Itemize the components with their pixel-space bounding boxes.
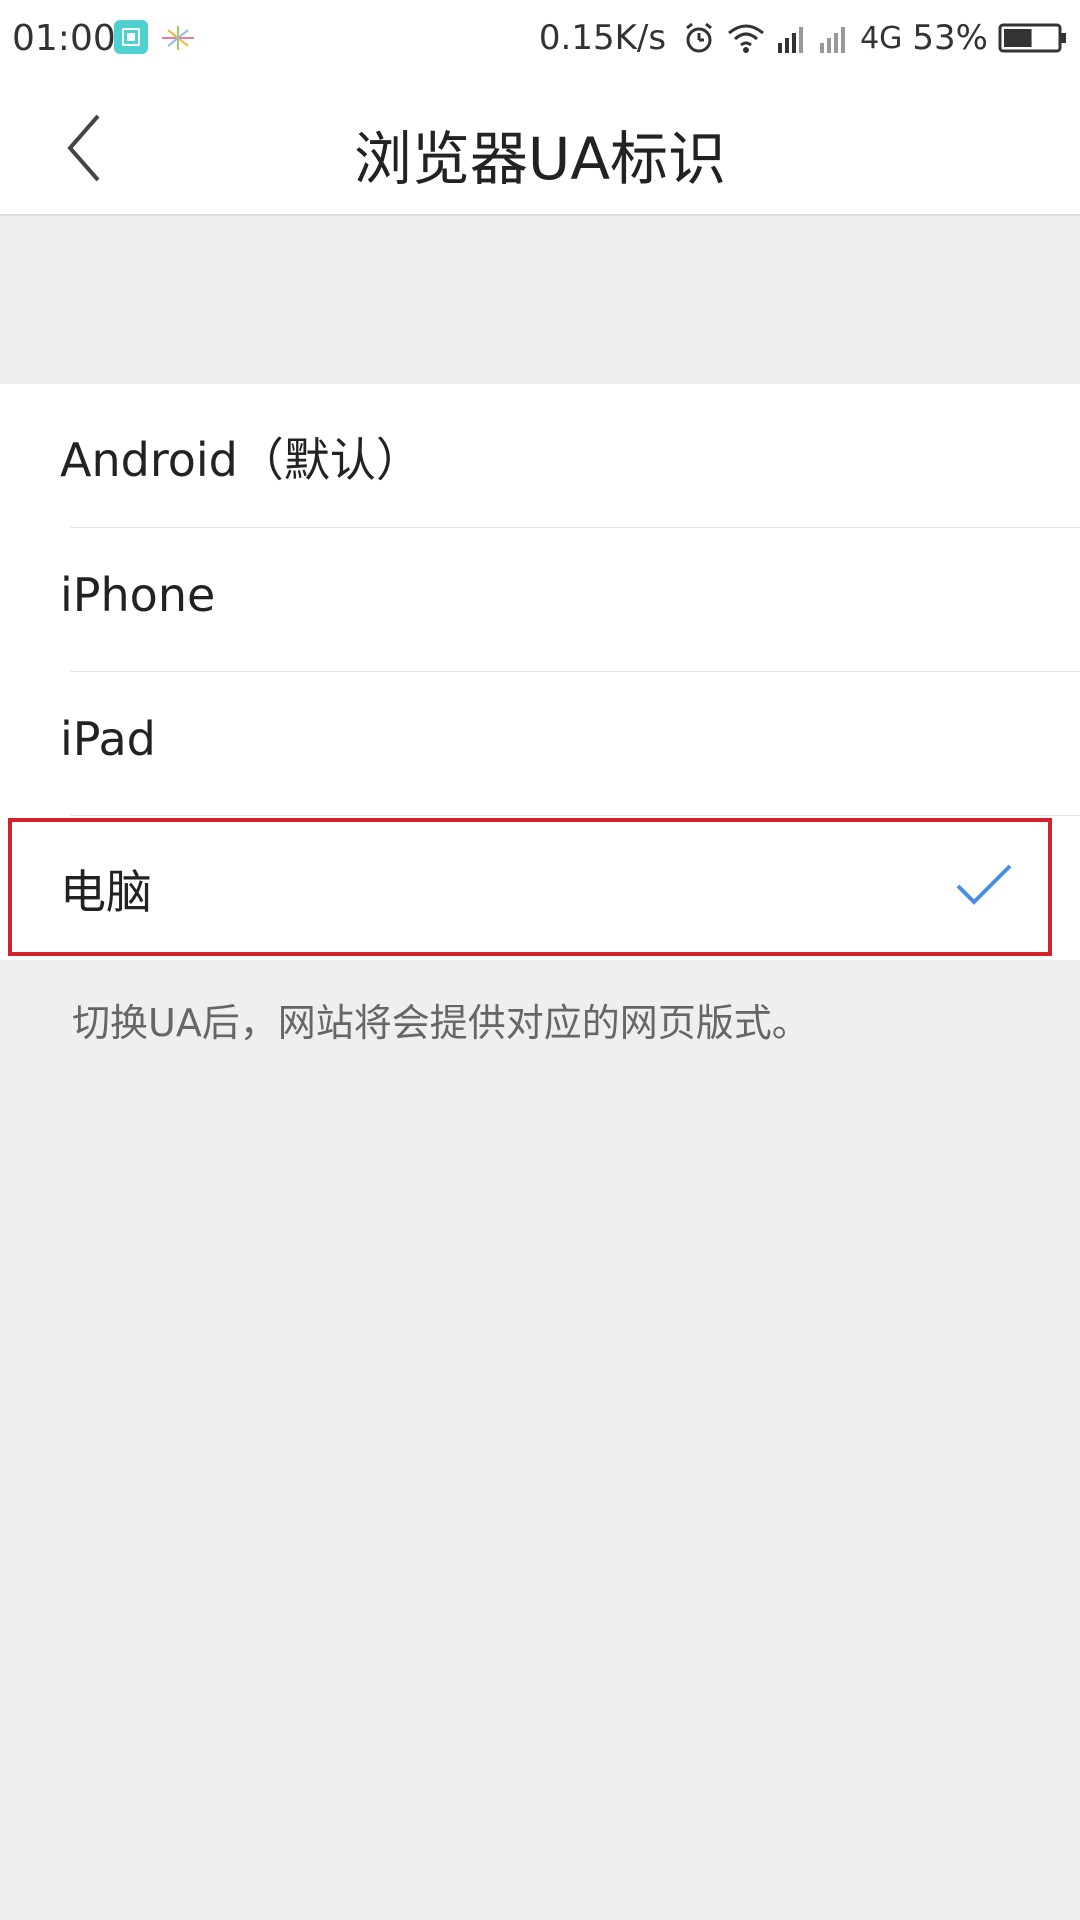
alarm-icon xyxy=(686,22,713,53)
status-bar: 01:00 0.15K/s 4G 53% xyxy=(0,0,1080,78)
option-label: iPhone xyxy=(60,568,216,622)
signal-icon xyxy=(778,27,804,53)
option-iphone[interactable]: iPhone xyxy=(0,528,1080,672)
ua-option-list: Android（默认） iPhone iPad 电脑 xyxy=(0,384,1080,960)
battery-icon xyxy=(998,23,1066,53)
hint-text: 切换UA后，网站将会提供对应的网页版式。 xyxy=(72,1001,810,1045)
wifi-icon xyxy=(728,24,765,53)
option-android[interactable]: Android（默认） xyxy=(0,384,1080,528)
signal-icon xyxy=(820,27,846,53)
page-title: 浏览器UA标识 xyxy=(353,125,727,193)
option-desktop[interactable]: 电脑 xyxy=(0,816,1080,960)
option-label: Android（默认） xyxy=(60,433,422,487)
network-type: 4G xyxy=(860,20,903,56)
network-speed: 0.15K/s xyxy=(538,18,667,58)
option-ipad[interactable]: iPad xyxy=(0,672,1080,816)
battery-percent: 53% xyxy=(912,18,988,58)
screen-capture-icon xyxy=(114,20,148,54)
option-label: iPad xyxy=(60,712,156,766)
screen: 01:00 0.15K/s 4G 53% 浏览器UA标识 Android（默认）… xyxy=(0,0,1080,1920)
status-time: 01:00 xyxy=(12,18,116,59)
sparkle-icon xyxy=(162,26,194,50)
nav-bar: 浏览器UA标识 xyxy=(0,78,1080,216)
status-indicators: 0.15K/s 4G 53% xyxy=(539,16,1068,60)
selection-highlight-box xyxy=(8,818,1052,956)
